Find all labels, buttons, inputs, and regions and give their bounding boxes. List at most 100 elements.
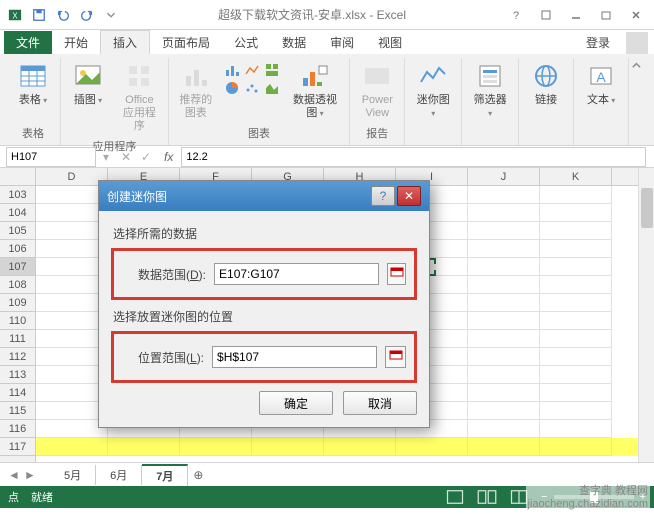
chart-hier-icon[interactable]: [264, 62, 280, 78]
text-button[interactable]: A 文本 ▾: [580, 58, 622, 109]
view-normal-icon[interactable]: [445, 489, 465, 505]
namebox-dropdown-icon[interactable]: ▾: [96, 150, 116, 164]
chart-pie-icon[interactable]: [224, 80, 240, 96]
dialog-section-data-label: 选择所需的数据: [113, 225, 417, 242]
sheet-nav-prev-icon[interactable]: ◄: [6, 467, 22, 483]
location-range-ref-button[interactable]: [385, 346, 406, 368]
filter-button[interactable]: 筛选器 ▾: [468, 58, 512, 122]
help-icon[interactable]: ?: [502, 4, 530, 26]
power-view-button: Power View: [356, 58, 398, 122]
tab-review[interactable]: 审阅: [318, 31, 366, 54]
scrollbar-thumb[interactable]: [641, 188, 653, 228]
redo-icon[interactable]: [76, 4, 98, 26]
pivot-chart-button[interactable]: 数据透视图 ▾: [287, 58, 343, 122]
hyperlink-label: 链接: [535, 94, 557, 107]
data-range-label: 数据范围(D):: [138, 266, 206, 283]
restore-icon[interactable]: [532, 4, 560, 26]
tab-data[interactable]: 数据: [270, 31, 318, 54]
watermark: 查字典 教程网 jiaocheng.chazidian.com: [526, 482, 650, 510]
row-header[interactable]: 112: [0, 348, 35, 366]
cancel-button[interactable]: 取消: [343, 391, 417, 415]
tab-home[interactable]: 开始: [52, 31, 100, 54]
maximize-icon[interactable]: [592, 4, 620, 26]
data-range-input[interactable]: [214, 263, 379, 285]
row-headers: 103 104 105 106 107 108 109 110 111 112 …: [0, 168, 36, 462]
minimize-icon[interactable]: [562, 4, 590, 26]
view-layout-icon[interactable]: [477, 489, 497, 505]
sparkline-button[interactable]: 迷你图 ▾: [411, 58, 455, 122]
sheet-tab[interactable]: 5月: [50, 465, 96, 485]
ok-button[interactable]: 确定: [259, 391, 333, 415]
tab-login[interactable]: 登录: [574, 31, 622, 54]
qat-dropdown-icon[interactable]: [100, 4, 122, 26]
tab-layout[interactable]: 页面布局: [150, 31, 222, 54]
row-header[interactable]: 107: [0, 258, 35, 276]
cancel-formula-icon[interactable]: ✕: [116, 150, 136, 164]
dialog-help-button[interactable]: ?: [371, 186, 395, 206]
office-apps-label: Office 应用程序: [121, 94, 158, 134]
sheet-tab[interactable]: 6月: [96, 465, 142, 485]
location-range-input[interactable]: [212, 346, 377, 368]
dialog-title: 创建迷你图: [107, 188, 167, 205]
status-mode: 点: [8, 489, 19, 505]
insert-table-button[interactable]: 表格 ▾: [12, 58, 54, 109]
chart-type-grid[interactable]: [225, 58, 279, 96]
row-header[interactable]: 110: [0, 312, 35, 330]
svg-text:X: X: [12, 11, 18, 20]
dialog-section-location-label: 选择放置迷你图的位置: [113, 308, 417, 325]
row-header[interactable]: 114: [0, 384, 35, 402]
row-header[interactable]: 113: [0, 366, 35, 384]
chart-column-icon[interactable]: [224, 62, 240, 78]
row-header[interactable]: 109: [0, 294, 35, 312]
dialog-titlebar[interactable]: 创建迷你图 ? ✕: [99, 181, 429, 211]
name-box[interactable]: [6, 147, 96, 167]
highlight-box-1: 数据范围(D):: [111, 248, 417, 300]
svg-text:?: ?: [513, 10, 519, 21]
ribbon-collapse-icon[interactable]: [629, 58, 644, 74]
window-controls: ?: [502, 4, 650, 26]
tab-file[interactable]: 文件: [4, 31, 52, 54]
tab-view[interactable]: 视图: [366, 31, 414, 54]
chart-area-icon[interactable]: [264, 80, 280, 96]
undo-icon[interactable]: [52, 4, 74, 26]
insert-illustrations-button[interactable]: 插图 ▾: [67, 58, 109, 109]
avatar[interactable]: [626, 32, 648, 54]
excel-icon[interactable]: X: [4, 4, 26, 26]
sheet-tab-active[interactable]: 7月: [142, 464, 188, 486]
row-header[interactable]: 105: [0, 222, 35, 240]
row-header[interactable]: 106: [0, 240, 35, 258]
row-header[interactable]: 104: [0, 204, 35, 222]
svg-text:A: A: [596, 69, 606, 85]
dialog-close-button[interactable]: ✕: [397, 186, 421, 206]
data-range-ref-button[interactable]: [387, 263, 406, 285]
row-header[interactable]: 115: [0, 402, 35, 420]
row-header[interactable]: 103: [0, 186, 35, 204]
row-header[interactable]: 116: [0, 420, 35, 438]
tab-formulas[interactable]: 公式: [222, 31, 270, 54]
fx-icon[interactable]: fx: [156, 150, 181, 164]
enter-formula-icon[interactable]: ✓: [136, 150, 156, 164]
sheet-nav-next-icon[interactable]: ►: [22, 467, 38, 483]
create-sparkline-dialog: 创建迷你图 ? ✕ 选择所需的数据 数据范围(D): 选择放置迷你图的位置 位置…: [98, 180, 430, 428]
chart-line-icon[interactable]: [244, 62, 260, 78]
formula-input[interactable]: [181, 147, 646, 167]
row-header[interactable]: 108: [0, 276, 35, 294]
select-all-corner[interactable]: [0, 168, 35, 186]
table-icon: [17, 60, 49, 92]
insert-table-label: 表格: [19, 94, 41, 106]
save-icon[interactable]: [28, 4, 50, 26]
apps-icon: [123, 60, 155, 92]
pivot-chart-icon: [299, 60, 331, 92]
row-header[interactable]: 117: [0, 438, 35, 456]
formula-bar: ▾ ✕ ✓ fx: [0, 146, 654, 168]
tab-insert[interactable]: 插入: [100, 30, 150, 54]
chart-scatter-icon[interactable]: [244, 80, 260, 96]
column-header[interactable]: K: [540, 168, 612, 185]
row-header[interactable]: 111: [0, 330, 35, 348]
new-sheet-icon[interactable]: ⊕: [188, 468, 208, 482]
close-icon[interactable]: [622, 4, 650, 26]
column-header[interactable]: J: [468, 168, 540, 185]
insert-illustrations-label: 插图: [74, 94, 96, 106]
vertical-scrollbar[interactable]: [638, 168, 654, 462]
hyperlink-button[interactable]: 链接: [525, 58, 567, 109]
